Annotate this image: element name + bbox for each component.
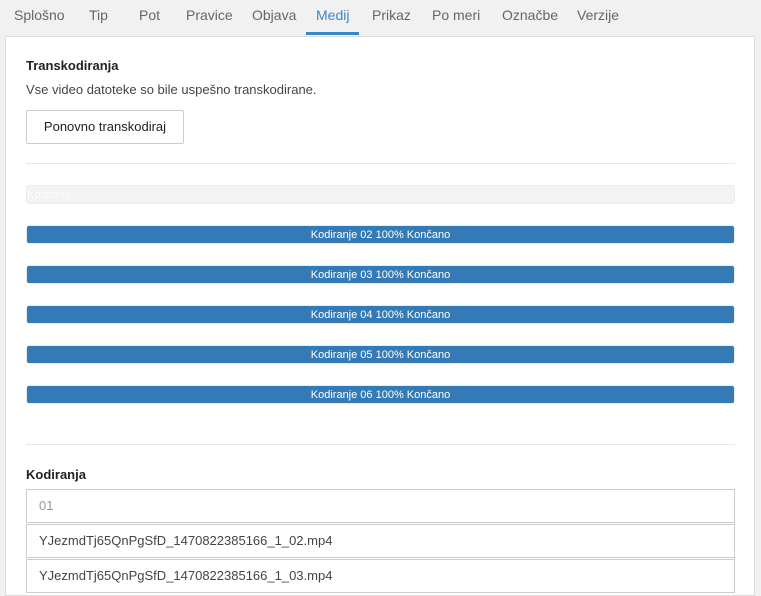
transcoding-title: Transkodiranja — [26, 58, 119, 73]
tab-path[interactable]: Pot — [139, 0, 160, 36]
media-panel: Transkodiranja Vse video datoteke so bil… — [5, 36, 755, 596]
progress-label: Kodiranje 03 100% Končano — [310, 269, 451, 281]
divider — [26, 163, 735, 164]
progress-label: Kodiranje 05 100% Končano — [310, 349, 451, 361]
progress-bar-encoding-04: Kodiranje 04 100% Končano — [26, 305, 735, 324]
tab-custom[interactable]: Po meri — [432, 0, 480, 36]
transcoding-description: Vse video datoteke so bile uspešno trans… — [26, 82, 317, 97]
progress-label: Kodiranje 06 100% Končano — [310, 389, 451, 401]
progress-bar-encoding-06: Kodiranje 06 100% Končano — [26, 385, 735, 404]
retranscode-button[interactable]: Ponovno transkodiraj — [26, 110, 184, 144]
progress-bar-encoding-02: Kodiranje 02 100% Končano — [26, 225, 735, 244]
tab-tags[interactable]: Označbe — [502, 0, 558, 36]
encoding-field-01[interactable]: 01 — [26, 489, 735, 523]
tab-media[interactable]: Medij — [305, 0, 361, 36]
progress-label: Kodiranje — [27, 189, 74, 201]
tab-type[interactable]: Tip — [89, 0, 108, 36]
tab-publish[interactable]: Objava — [252, 0, 296, 36]
tab-permissions[interactable]: Pravice — [186, 0, 233, 36]
tab-general[interactable]: Splošno — [14, 0, 65, 36]
progress-label: Kodiranje 04 100% Končano — [310, 309, 451, 321]
encoding-field-02[interactable]: YJezmdTj65QnPgSfD_1470822385166_1_02.mp4 — [26, 524, 735, 558]
progress-bar-encoding-01: Kodiranje — [26, 185, 735, 204]
progress-bar-encoding-05: Kodiranje 05 100% Končano — [26, 345, 735, 364]
tab-display[interactable]: Prikaz — [372, 0, 411, 36]
encodings-title: Kodiranja — [26, 467, 86, 482]
tab-versions[interactable]: Verzije — [577, 0, 619, 36]
tab-bar: Splošno Tip Pot Pravice Objava Medij Pri… — [0, 0, 761, 36]
progress-label: Kodiranje 02 100% Končano — [310, 229, 451, 241]
encoding-field-03[interactable]: YJezmdTj65QnPgSfD_1470822385166_1_03.mp4 — [26, 559, 735, 593]
progress-bar-encoding-03: Kodiranje 03 100% Končano — [26, 265, 735, 284]
divider — [26, 444, 735, 445]
